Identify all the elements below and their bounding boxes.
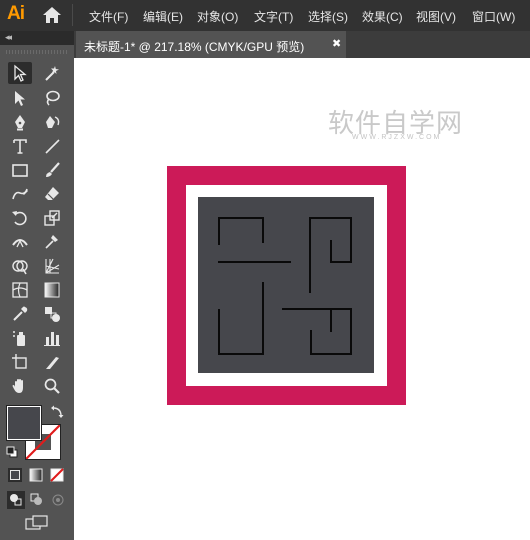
menu-object[interactable]: 对象(O) <box>197 8 238 25</box>
collapse-panel-icon[interactable]: ◂◂ <box>5 32 12 43</box>
swap-colors-icon[interactable] <box>50 405 64 424</box>
menu-bar: Ai 文件(F) 编辑(E) 对象(O) 文字(T) 选择(S) 效果(C) 视… <box>0 0 530 31</box>
gradient-mode-icon[interactable] <box>28 467 44 488</box>
menu-view[interactable]: 视图(V) <box>416 8 456 25</box>
eraser-icon[interactable] <box>40 183 64 205</box>
menu-divider <box>72 4 73 26</box>
zoom-tool-icon[interactable] <box>40 375 64 397</box>
magic-wand-icon[interactable] <box>40 62 64 84</box>
panel-grip[interactable] <box>6 50 68 54</box>
direct-selection-tool-icon[interactable] <box>8 87 32 109</box>
menu-file[interactable]: 文件(F) <box>89 8 128 25</box>
menu-type[interactable]: 文字(T) <box>254 8 293 25</box>
document-tab-title: 未标题-1* @ 217.18% (CMYK/GPU 预览) <box>84 40 305 54</box>
hand-tool-icon[interactable] <box>8 375 32 397</box>
rotate-tool-icon[interactable] <box>8 207 32 229</box>
eyedropper-icon[interactable] <box>8 303 32 325</box>
puppet-warp-icon[interactable] <box>40 231 64 253</box>
menu-effect[interactable]: 效果(C) <box>362 8 403 25</box>
tools-panel <box>0 45 74 540</box>
line-tool-icon[interactable] <box>40 135 64 157</box>
artboard-tool-icon[interactable] <box>8 351 32 373</box>
pen-tool-icon[interactable] <box>8 111 32 133</box>
paintbrush-icon[interactable] <box>40 159 64 181</box>
shaper-tool-icon[interactable] <box>8 183 32 205</box>
close-icon[interactable]: ✖ <box>332 37 341 50</box>
menu-select[interactable]: 选择(S) <box>308 8 348 25</box>
fill-swatch[interactable] <box>6 405 42 441</box>
color-mode-icon[interactable] <box>7 467 23 488</box>
column-graph-icon[interactable] <box>40 327 64 349</box>
document-tab[interactable]: 未标题-1* @ 217.18% (CMYK/GPU 预览) ✖ <box>76 31 346 58</box>
default-colors-icon[interactable] <box>6 445 18 463</box>
slice-tool-icon[interactable] <box>40 351 64 373</box>
gradient-tool-icon[interactable] <box>40 279 64 301</box>
menu-edit[interactable]: 编辑(E) <box>143 8 183 25</box>
home-icon[interactable] <box>42 6 62 24</box>
lasso-icon[interactable] <box>40 87 64 109</box>
selection-tool-icon[interactable] <box>8 62 32 84</box>
scale-tool-icon[interactable] <box>40 207 64 229</box>
app-logo: Ai <box>7 3 25 24</box>
symbol-sprayer-icon[interactable] <box>8 327 32 349</box>
rectangle-tool-icon[interactable] <box>8 159 32 181</box>
width-tool-icon[interactable] <box>8 231 32 253</box>
dark-square <box>198 197 374 373</box>
curvature-tool-icon[interactable] <box>40 111 64 133</box>
perspective-grid-icon[interactable] <box>40 255 64 277</box>
screen-mode-icon[interactable] <box>25 515 49 536</box>
watermark-url: WWW.RJZXW.COM <box>352 134 442 141</box>
none-mode-icon[interactable] <box>49 467 65 488</box>
blend-tool-icon[interactable] <box>40 303 64 325</box>
draw-behind-icon[interactable] <box>28 491 46 514</box>
artwork-logo[interactable] <box>167 166 406 410</box>
shape-builder-icon[interactable] <box>8 255 32 277</box>
draw-inside-icon[interactable] <box>49 491 67 514</box>
type-tool-icon[interactable] <box>8 135 32 157</box>
menu-window[interactable]: 窗口(W) <box>472 8 515 25</box>
toolbar-header: ◂◂ <box>0 31 74 45</box>
draw-normal-icon[interactable] <box>7 491 25 514</box>
mesh-tool-icon[interactable] <box>8 279 32 301</box>
